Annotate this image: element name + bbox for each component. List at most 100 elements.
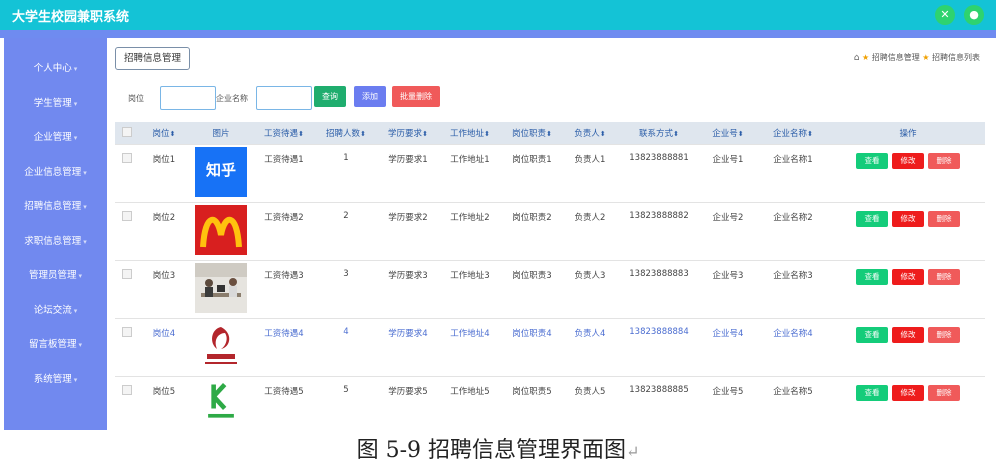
edit-button[interactable]: 修改 <box>892 269 924 285</box>
cell-post: 岗位5 <box>139 376 189 435</box>
cell-actions: 查看 修改 删除 <box>831 202 985 261</box>
table-row: 岗位4 工资待遇4 4 学历要求4 工作地址4 岗位职责4 负责人4 13823… <box>115 318 985 377</box>
cell-phone: 13823888882 <box>617 202 701 261</box>
select-all-checkbox[interactable] <box>122 126 132 137</box>
breadcrumb-first[interactable]: 招聘信息管理 <box>872 53 920 62</box>
row-checkbox[interactable] <box>122 269 132 279</box>
decor-logo <box>195 321 247 371</box>
delete-button[interactable]: 删除 <box>928 269 960 285</box>
query-button[interactable]: 查询 <box>314 86 346 107</box>
svg-text:知乎: 知乎 <box>206 161 236 179</box>
sidebar: 个人中心 ▾ 学生管理 ▾ 企业管理 ▾ 企业信息管理 ▾ 招聘信息管理 ▾ 求职信息管理… <box>4 38 107 430</box>
cell-image <box>189 202 253 261</box>
row-checkbox[interactable] <box>122 385 132 395</box>
sidebar-item-admins[interactable]: 管理员管理 ▾ <box>4 267 107 281</box>
cell-salary: 工资待遇4 <box>253 318 315 377</box>
cell-cid: 企业号5 <box>701 376 755 435</box>
sidebar-item-recruitment[interactable]: 招聘信息管理 ▾ <box>4 198 107 212</box>
header-cid[interactable]: 企业号⬍ <box>701 122 755 145</box>
batch-delete-button[interactable]: 批量删除 <box>392 86 440 107</box>
row-checkbox[interactable] <box>122 211 132 221</box>
edit-button[interactable]: 修改 <box>892 385 924 401</box>
sidebar-item-jobseek[interactable]: 求职信息管理 ▾ <box>4 233 107 247</box>
header-count[interactable]: 招聘人数⬍ <box>315 122 377 145</box>
cell-duty: 岗位职责4 <box>501 318 563 377</box>
home-icon[interactable]: ⌂ <box>854 53 860 63</box>
view-button[interactable]: 查看 <box>856 385 888 401</box>
cell-owner: 负责人5 <box>563 376 617 435</box>
cell-owner: 负责人3 <box>563 260 617 319</box>
breadcrumb: ⌂ ★ 招聘信息管理 ★ 招聘信息列表 <box>854 52 980 63</box>
fullscreen-icon[interactable]: ✕ <box>935 5 955 25</box>
user-icon[interactable]: ● <box>964 5 984 25</box>
cell-duty: 岗位职责1 <box>501 144 563 203</box>
edit-button[interactable]: 修改 <box>892 153 924 169</box>
post-label: 岗位 <box>128 94 144 103</box>
edit-button[interactable]: 修改 <box>892 327 924 343</box>
cell-cid: 企业号4 <box>701 318 755 377</box>
sidebar-item-company-info[interactable]: 企业信息管理 ▾ <box>4 164 107 178</box>
row-checkbox[interactable] <box>122 327 132 337</box>
company-name-input[interactable] <box>256 86 312 110</box>
row-checkbox[interactable] <box>122 153 132 163</box>
add-button[interactable]: 添加 <box>354 86 386 107</box>
zhihu-logo: 知乎 <box>195 147 247 197</box>
sidebar-item-students[interactable]: 学生管理 ▾ <box>4 95 107 109</box>
sidebar-item-personal[interactable]: 个人中心 ▾ <box>4 60 107 74</box>
cell-cid: 企业号1 <box>701 144 755 203</box>
star-icon: ★ <box>922 53 930 62</box>
edit-button[interactable]: 修改 <box>892 211 924 227</box>
header-salary[interactable]: 工资待遇⬍ <box>253 122 315 145</box>
cell-owner: 负责人4 <box>563 318 617 377</box>
delete-button[interactable]: 删除 <box>928 211 960 227</box>
sidebar-item-forum[interactable]: 论坛交流 ▾ <box>4 302 107 316</box>
header-cname[interactable]: 企业名称⬍ <box>755 122 831 145</box>
header-strip <box>0 30 996 38</box>
cell-post: 岗位4 <box>139 318 189 377</box>
cell-post: 岗位3 <box>139 260 189 319</box>
chevron-down-icon: ▾ <box>83 203 87 211</box>
header-duty[interactable]: 岗位职责⬍ <box>501 122 563 145</box>
sort-icon: ⬍ <box>298 130 304 138</box>
medical-logo <box>197 379 245 425</box>
header-edu[interactable]: 学历要求⬍ <box>377 122 439 145</box>
view-button[interactable]: 查看 <box>856 269 888 285</box>
sort-icon: ⬍ <box>484 130 490 138</box>
cell-post: 岗位1 <box>139 144 189 203</box>
cell-edu: 学历要求2 <box>377 202 439 261</box>
cell-count: 4 <box>315 318 377 377</box>
post-input[interactable] <box>160 86 216 110</box>
sidebar-item-companies[interactable]: 企业管理 ▾ <box>4 129 107 143</box>
sort-icon: ⬍ <box>737 130 744 138</box>
view-button[interactable]: 查看 <box>856 327 888 343</box>
delete-button[interactable]: 删除 <box>928 327 960 343</box>
view-button[interactable]: 查看 <box>856 211 888 227</box>
cell-salary: 工资待遇3 <box>253 260 315 319</box>
cell-post: 岗位2 <box>139 202 189 261</box>
header-phone[interactable]: 联系方式⬍ <box>617 122 701 145</box>
header-post[interactable]: 岗位⬍ <box>139 122 189 145</box>
cell-addr: 工作地址4 <box>439 318 501 377</box>
cell-addr: 工作地址5 <box>439 376 501 435</box>
sidebar-item-system[interactable]: 系统管理 ▾ <box>4 371 107 385</box>
cell-image <box>189 318 253 377</box>
cell-image <box>189 376 253 435</box>
cell-count: 2 <box>315 202 377 261</box>
delete-button[interactable]: 删除 <box>928 385 960 401</box>
cell-actions: 查看 修改 删除 <box>831 144 985 203</box>
cell-owner: 负责人1 <box>563 144 617 203</box>
chevron-down-icon: ▾ <box>73 134 78 142</box>
top-bar: 大学生校园兼职系统 ✕ ● <box>0 0 996 30</box>
header-owner[interactable]: 负责人⬍ <box>563 122 617 145</box>
view-button[interactable]: 查看 <box>856 153 888 169</box>
delete-button[interactable]: 删除 <box>928 153 960 169</box>
tab-recruitment[interactable]: 招聘信息管理 <box>115 47 191 70</box>
cell-edu: 学历要求1 <box>377 144 439 203</box>
cell-duty: 岗位职责5 <box>501 376 563 435</box>
sidebar-item-messages[interactable]: 留言板管理 ▾ <box>4 336 107 350</box>
header-addr[interactable]: 工作地址⬍ <box>439 122 501 145</box>
cell-count: 3 <box>315 260 377 319</box>
cell-actions: 查看 修改 删除 <box>831 376 985 435</box>
cell-salary: 工资待遇1 <box>253 144 315 203</box>
table-row: 岗位2 工资待遇2 2 学历要求2 工作地址2 岗位职责2 负责人2 13823… <box>115 202 985 261</box>
